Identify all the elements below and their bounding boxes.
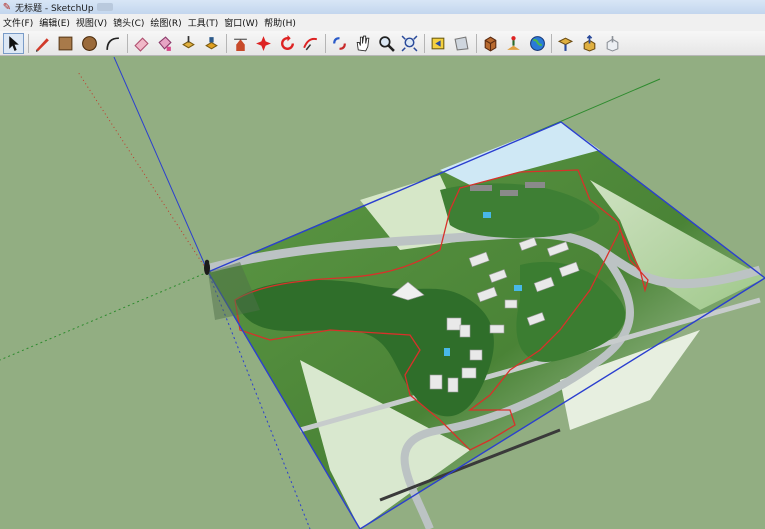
select-tool-button[interactable] bbox=[3, 32, 24, 54]
move-icon bbox=[205, 36, 218, 49]
movecopy-tool-button[interactable] bbox=[230, 33, 251, 54]
previous-view-icon bbox=[431, 37, 444, 49]
paint-bucket-icon bbox=[158, 35, 172, 51]
title-redacted-area bbox=[96, 3, 113, 11]
get-models-button[interactable] bbox=[480, 33, 501, 54]
upload-icon bbox=[583, 34, 595, 52]
menu-tools[interactable]: 工具(T) bbox=[187, 16, 224, 29]
title-bar: ✎ 无标题 - SketchUp bbox=[0, 0, 765, 14]
window-title: 无标题 - SketchUp bbox=[15, 3, 94, 14]
pool-north bbox=[483, 212, 491, 218]
menu-help[interactable]: 帮助(H) bbox=[263, 16, 301, 29]
orbit-icon bbox=[303, 37, 318, 50]
hand-icon bbox=[356, 35, 370, 51]
drawing-viewport[interactable] bbox=[0, 57, 765, 529]
menu-view[interactable]: 视图(V) bbox=[75, 16, 112, 29]
followme-tool-button[interactable] bbox=[277, 33, 298, 54]
line-tool-button[interactable] bbox=[32, 33, 53, 54]
toolbar-separator bbox=[225, 33, 227, 53]
toolbar-separator bbox=[27, 33, 29, 53]
pushpull-tool-button[interactable] bbox=[178, 33, 199, 54]
menu-window[interactable]: 窗口(W) bbox=[223, 16, 263, 29]
toolbar-separator bbox=[551, 33, 552, 53]
rectangle-icon bbox=[58, 36, 73, 50]
push-pull-icon bbox=[181, 35, 195, 48]
select-icon bbox=[9, 35, 19, 51]
share-button[interactable] bbox=[602, 33, 623, 54]
pool-center bbox=[514, 285, 522, 291]
person-figure bbox=[204, 259, 210, 275]
sketchup-app-icon: ✎ bbox=[2, 1, 12, 13]
follow-me-icon bbox=[256, 35, 271, 51]
circle-icon bbox=[81, 35, 97, 51]
pan-tool-button[interactable] bbox=[352, 33, 373, 54]
components-button[interactable] bbox=[555, 33, 576, 54]
toolbar-separator bbox=[423, 33, 425, 53]
rotate-icon bbox=[233, 38, 247, 51]
zoom-icon bbox=[378, 35, 395, 52]
menu-edit[interactable]: 编辑(E) bbox=[38, 16, 75, 29]
move-tool-button[interactable] bbox=[201, 33, 222, 54]
eraser-tool-button[interactable] bbox=[131, 33, 152, 54]
toolbar-separator bbox=[475, 33, 477, 53]
arc-icon bbox=[106, 36, 119, 50]
menu-draw[interactable]: 绘图(R) bbox=[149, 16, 186, 29]
offset-icon bbox=[280, 34, 294, 50]
menu-camera[interactable]: 镜头(C) bbox=[112, 16, 149, 29]
next-view-icon bbox=[454, 35, 469, 50]
pan-icon bbox=[332, 36, 346, 50]
pencil-line-icon bbox=[35, 37, 49, 52]
next-view-button[interactable] bbox=[451, 33, 472, 54]
toolbar-separator bbox=[324, 33, 326, 53]
toolbar-separator bbox=[126, 33, 128, 53]
menu-bar: 文件(F) 编辑(E) 视图(V) 镜头(C) 绘图(R) 工具(T) 窗口(W… bbox=[0, 14, 765, 31]
orbit-tool-button[interactable] bbox=[329, 33, 350, 54]
menu-file[interactable]: 文件(F) bbox=[2, 16, 38, 29]
eraser-icon bbox=[133, 36, 149, 52]
previous-view-button[interactable] bbox=[428, 33, 449, 54]
rectangle-tool-button[interactable] bbox=[55, 33, 76, 54]
paint-tool-button[interactable] bbox=[154, 33, 175, 54]
share-icon bbox=[606, 35, 619, 52]
arc-tool-button[interactable] bbox=[102, 33, 123, 54]
google-earth-button[interactable] bbox=[527, 33, 548, 54]
zoom-extents-tool-button[interactable] bbox=[399, 33, 420, 54]
add-location-icon bbox=[507, 35, 520, 50]
main-toolbar bbox=[0, 31, 765, 56]
zoom-tool-button[interactable] bbox=[376, 33, 397, 54]
scene-canvas bbox=[0, 57, 765, 529]
upload-button[interactable] bbox=[579, 33, 600, 54]
zoom-extents-icon bbox=[401, 35, 418, 51]
google-earth-icon bbox=[529, 35, 545, 51]
add-location-button[interactable] bbox=[503, 33, 524, 54]
rotate-tool-button[interactable] bbox=[253, 33, 274, 54]
circle-tool-button[interactable] bbox=[79, 33, 100, 54]
pool-south bbox=[444, 348, 450, 356]
offset-tool-button[interactable] bbox=[300, 33, 321, 54]
components-icon bbox=[557, 37, 574, 51]
get-models-icon bbox=[484, 36, 496, 52]
